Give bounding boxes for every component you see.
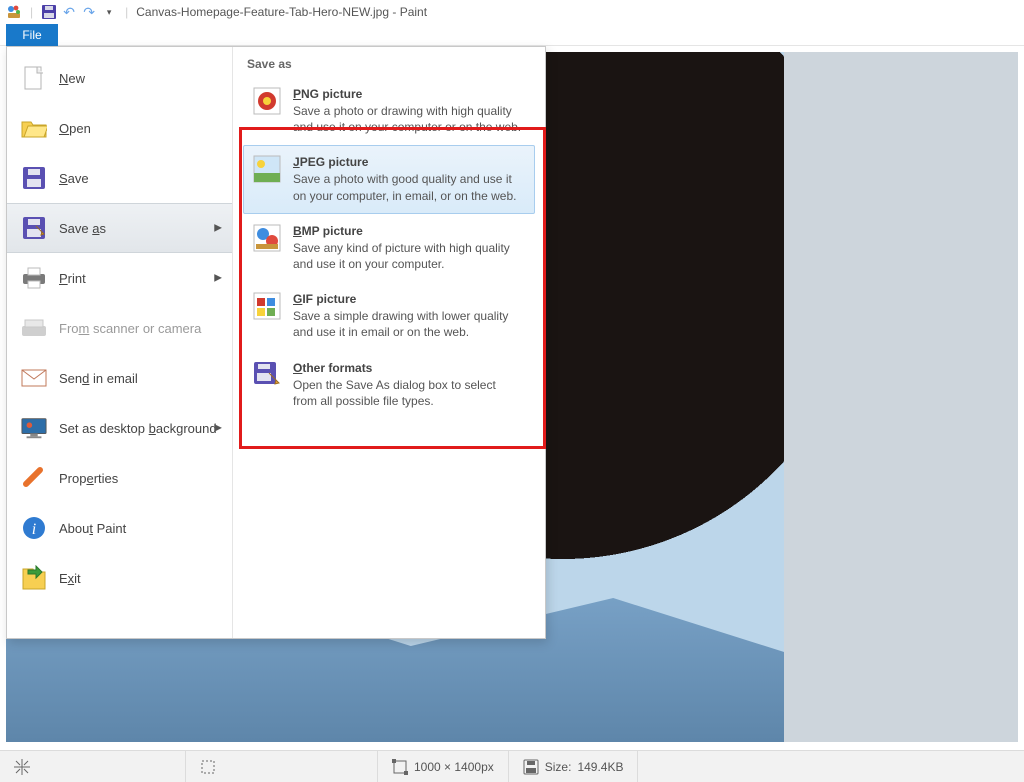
save-as-option-desc: Save a photo with good quality and use i… [293, 171, 523, 203]
file-menu-left-column: New Open Save Save as ▶ Print [7, 47, 233, 638]
file-menu-item-print[interactable]: Print ▶ [7, 253, 232, 303]
jpeg-icon [253, 155, 281, 183]
file-menu-item-label: Save [59, 171, 89, 186]
tab-file[interactable]: File [6, 24, 58, 46]
ribbon-tabstrip: File [0, 24, 1024, 46]
print-icon [21, 265, 47, 291]
cursor-pos-icon [14, 759, 30, 775]
file-menu-item-scanner: From scanner or camera [7, 303, 232, 353]
qa-redo-icon[interactable]: ↷ [81, 4, 97, 20]
save-as-option-gif[interactable]: GIF picture Save a simple drawing with l… [243, 282, 535, 350]
file-menu-item-open[interactable]: Open [7, 103, 232, 153]
info-icon: i [21, 515, 47, 541]
status-dimensions-text: 1000 × 1400px [414, 760, 494, 774]
desktop-icon [21, 415, 47, 441]
file-menu-item-new[interactable]: New [7, 53, 232, 103]
file-menu-item-save[interactable]: Save [7, 153, 232, 203]
file-menu-item-label: Properties [59, 471, 118, 486]
qa-undo-icon[interactable]: ↶ [61, 4, 77, 20]
file-menu-item-label: Print [59, 271, 86, 286]
file-menu-item-label: Save as [59, 221, 106, 236]
save-as-option-title: GIF picture [293, 292, 523, 306]
file-menu-item-label: Open [59, 121, 91, 136]
canvas-gutter [784, 52, 1018, 742]
file-menu-item-exit[interactable]: Exit [7, 553, 232, 603]
qa-customize-dropdown[interactable]: ▾ [101, 4, 117, 20]
submenu-arrow-icon: ▶ [214, 423, 222, 434]
file-menu-item-label: Exit [59, 571, 81, 586]
titlebar: | ↶ ↷ ▾ | Canvas-Homepage-Feature-Tab-He… [0, 0, 1024, 24]
save-as-option-desc: Open the Save As dialog box to select fr… [293, 377, 523, 409]
selection-icon [200, 759, 216, 775]
status-size-label: Size: [545, 760, 572, 774]
save-as-option-desc: Save a photo or drawing with high qualit… [293, 103, 523, 135]
disk-icon [523, 759, 539, 775]
other-formats-icon [253, 361, 281, 389]
status-selection-size [186, 751, 378, 782]
save-as-option-desc: Save any kind of picture with high quali… [293, 240, 523, 272]
status-file-size: Size: 149.4KB [509, 751, 639, 782]
open-icon [21, 115, 47, 141]
save-as-option-jpeg[interactable]: JPEG picture Save a photo with good qual… [243, 145, 535, 213]
file-menu: New Open Save Save as ▶ Print [6, 46, 546, 639]
scanner-icon [21, 315, 47, 341]
email-icon [21, 365, 47, 391]
save-as-option-title: PNG picture [293, 87, 523, 101]
file-menu-item-about[interactable]: i About Paint [7, 503, 232, 553]
file-menu-item-properties[interactable]: Properties [7, 453, 232, 503]
save-as-option-title: JPEG picture [293, 155, 523, 169]
save-as-option-bmp[interactable]: BMP picture Save any kind of picture wit… [243, 214, 535, 282]
qa-save-icon[interactable] [41, 4, 57, 20]
window-title: Canvas-Homepage-Feature-Tab-Hero-NEW.jpg… [136, 5, 427, 19]
app-icon [6, 4, 22, 20]
save-as-option-png[interactable]: PNG picture Save a photo or drawing with… [243, 77, 535, 145]
submenu-arrow-icon: ▶ [214, 223, 222, 234]
properties-icon [21, 465, 47, 491]
new-icon [21, 65, 47, 91]
save-as-header: Save as [233, 47, 545, 77]
file-menu-item-label: New [59, 71, 85, 86]
svg-text:i: i [32, 521, 36, 538]
save-as-icon [21, 215, 47, 241]
status-image-dimensions: 1000 × 1400px [378, 751, 509, 782]
save-as-option-other[interactable]: Other formats Open the Save As dialog bo… [243, 351, 535, 419]
png-icon [253, 87, 281, 115]
save-as-option-title: Other formats [293, 361, 523, 375]
file-menu-item-label: Send in email [59, 371, 138, 386]
save-as-panel: Save as PNG picture Save a photo or draw… [233, 47, 545, 638]
save-as-option-title: BMP picture [293, 224, 523, 238]
separator: | [30, 5, 33, 19]
file-menu-item-desktop-bg[interactable]: Set as desktop background ▶ [7, 403, 232, 453]
exit-icon [21, 565, 47, 591]
submenu-arrow-icon: ▶ [214, 273, 222, 284]
dimensions-icon [392, 759, 408, 775]
separator: | [125, 5, 128, 19]
file-menu-item-send-email[interactable]: Send in email [7, 353, 232, 403]
status-size-value: 149.4KB [577, 760, 623, 774]
status-cursor-pos [0, 751, 186, 782]
save-icon [21, 165, 47, 191]
file-menu-item-save-as[interactable]: Save as ▶ [7, 203, 232, 253]
file-menu-item-label: Set as desktop background [59, 421, 217, 436]
file-menu-item-label: From scanner or camera [59, 321, 201, 336]
file-menu-item-label: About Paint [59, 521, 126, 536]
statusbar: 1000 × 1400px Size: 149.4KB [0, 750, 1024, 782]
save-as-option-desc: Save a simple drawing with lower quality… [293, 308, 523, 340]
gif-icon [253, 292, 281, 320]
bmp-icon [253, 224, 281, 252]
